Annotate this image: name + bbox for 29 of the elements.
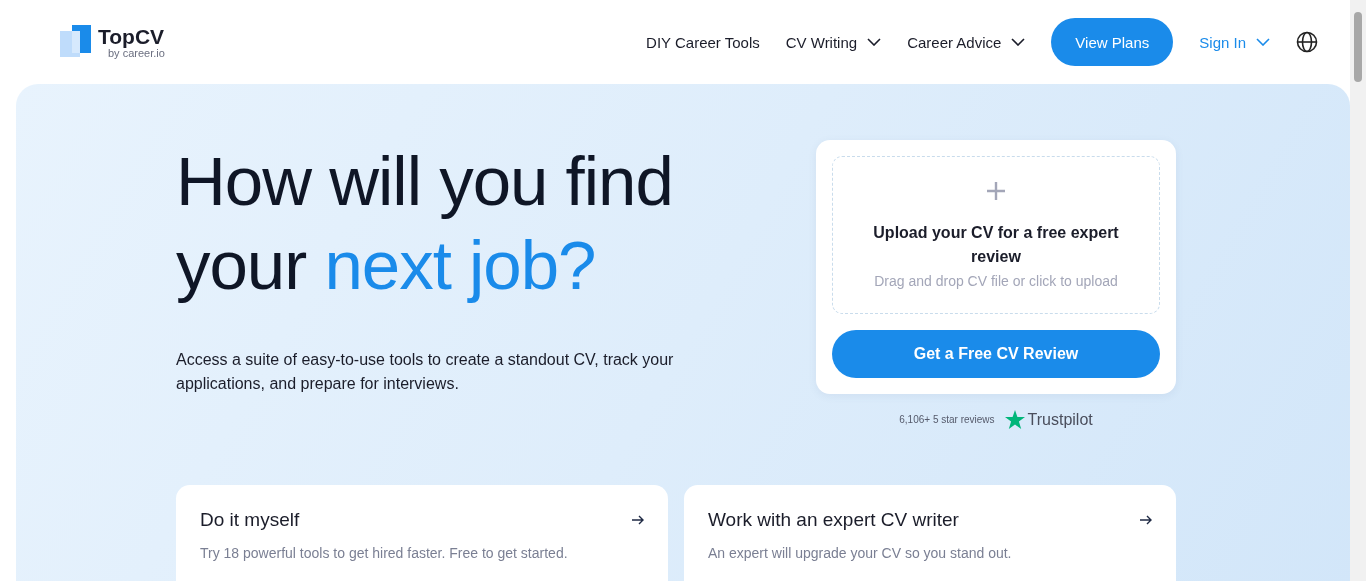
nav-link[interactable]: DIY Career Tools [646, 33, 760, 51]
star-icon [1004, 410, 1025, 429]
globe-icon[interactable] [1296, 31, 1318, 53]
hero-headline: How will you find your next job? [176, 142, 674, 306]
hero-subtitle: Access a suite of easy-to-use tools to create a standout CV, track your applications, and prepare for interviews. [176, 350, 675, 394]
scrollbar[interactable] [1350, 0, 1366, 581]
arrow-right-icon [632, 515, 644, 525]
option-title: Work with an expert CV writer [708, 509, 959, 531]
upload-hint: Drag and drop CV file or click to upload [874, 273, 1118, 289]
option-title: Do it myself [200, 509, 300, 531]
free-review-button[interactable]: Get a Free CV Review [832, 330, 1160, 378]
option-card[interactable]: Work with an expert CV writer An expert will upgrade your CV so you stand out. [684, 485, 1176, 581]
logo-icon [60, 25, 92, 59]
option-card[interactable]: Do it myself Try 18 powerful tools to get hired faster. Free to get started. [176, 485, 668, 581]
view-plans-button[interactable]: View Plans [1051, 18, 1174, 66]
nav-link[interactable]: CV Writing [785, 33, 882, 51]
upload-title: Upload your CV for a free expert review [872, 223, 1120, 267]
nav-link[interactable]: Career Advice [907, 33, 1026, 51]
arrow-right-icon [1140, 515, 1152, 525]
caret-icon [1256, 38, 1270, 46]
trustpilot-name: Trustpilot [1027, 410, 1093, 429]
sign-in-link[interactable]: Sign In [1199, 33, 1270, 51]
upload-dropzone[interactable]: Upload your CV for a free expert review Drag and drop CV file or click to upload [832, 156, 1160, 314]
plus-icon [986, 181, 1006, 201]
caret-icon [1011, 38, 1026, 46]
review-count: 6,106+ 5 star reviews [899, 414, 995, 425]
option-description: Try 18 powerful tools to get hired faster. Free to get started. [200, 545, 569, 561]
caret-icon [867, 38, 882, 46]
option-description: An expert will upgrade your CV so you stand out. [708, 545, 1013, 561]
